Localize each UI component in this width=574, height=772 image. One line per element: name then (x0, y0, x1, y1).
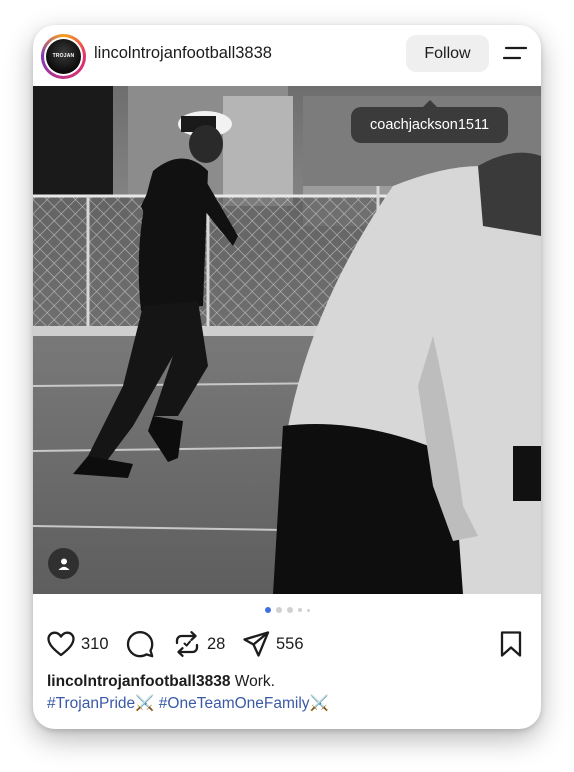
user-tags-icon[interactable] (48, 548, 79, 579)
bookmark-icon[interactable] (499, 630, 523, 658)
caption-username[interactable]: lincolntrojanfootball3838 (47, 673, 230, 690)
tagged-user-label[interactable]: coachjackson1511 (351, 100, 509, 143)
username[interactable]: lincolntrojanfootball3838 (94, 44, 272, 63)
repost-action[interactable]: 28 (173, 629, 225, 659)
follow-button[interactable]: Follow (406, 35, 489, 72)
comment-action[interactable] (126, 629, 154, 659)
caption-text: Work. (234, 673, 275, 690)
repost-count: 28 (207, 634, 226, 653)
post-header: TROJAN FOOTBALL lincolntrojanfootball383… (33, 25, 541, 94)
carousel-indicator (33, 606, 541, 614)
like-action[interactable]: 310 (47, 629, 109, 659)
send-icon[interactable] (242, 630, 270, 658)
heart-icon[interactable] (47, 631, 75, 657)
photo-scene (33, 86, 541, 594)
caption: lincolntrojanfootball3838 Work. (47, 671, 527, 693)
hashtag-link[interactable]: #TrojanPride (47, 695, 135, 712)
carousel-dot[interactable] (275, 607, 282, 613)
crossed-swords-emoji: ⚔️ (135, 695, 155, 712)
crossed-swords-emoji: ⚔️ (309, 695, 329, 712)
hashtag-link[interactable]: #OneTeamOneFamily (159, 695, 310, 712)
carousel-dot[interactable] (306, 608, 310, 612)
action-bar: 310 28 556 (47, 629, 527, 659)
like-count: 310 (81, 634, 109, 653)
repost-icon[interactable] (173, 630, 201, 658)
share-count: 556 (276, 634, 304, 653)
avatar[interactable]: TROJAN FOOTBALL (41, 34, 86, 94)
share-action[interactable]: 556 (242, 629, 304, 659)
save-action[interactable] (499, 629, 523, 659)
avatar-logo: TROJAN FOOTBALL (46, 39, 81, 94)
carousel-dot[interactable] (297, 608, 302, 612)
comment-icon[interactable] (126, 630, 154, 658)
hashtag-line: #TrojanPride⚔️ #OneTeamOneFamily⚔️ (47, 693, 329, 715)
post-photo[interactable]: coachjackson1511 (33, 86, 541, 594)
carousel-dot[interactable] (264, 607, 271, 613)
menu-icon[interactable] (503, 44, 527, 62)
post-card: TROJAN FOOTBALL lincolntrojanfootball383… (33, 25, 541, 729)
carousel-dot[interactable] (286, 607, 293, 613)
